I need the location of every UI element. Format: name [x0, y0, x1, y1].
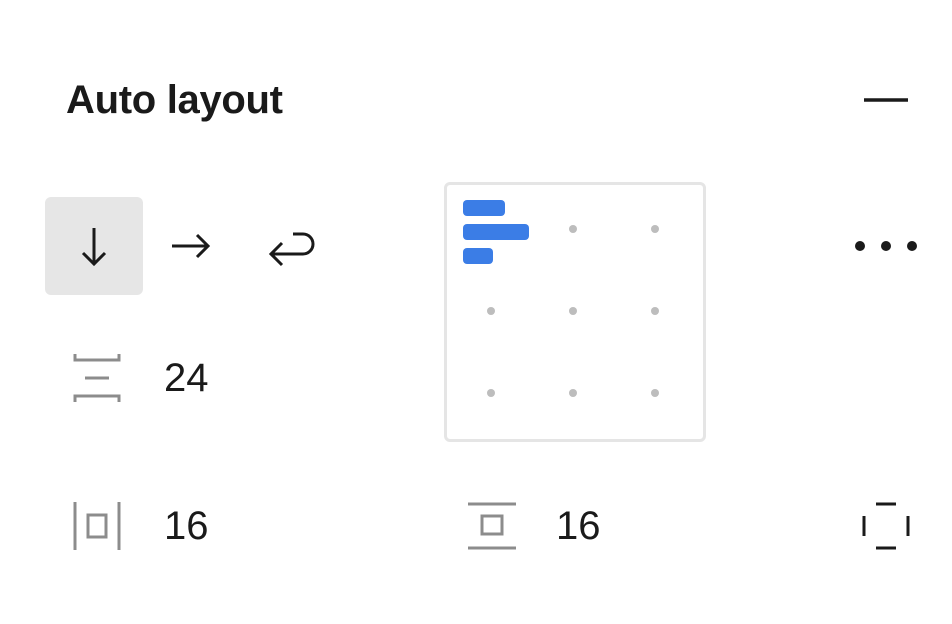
padding-box-icon: [862, 502, 910, 550]
horizontal-padding-input[interactable]: 16: [164, 502, 209, 550]
align-center-right[interactable]: [614, 270, 696, 352]
section-title: Auto layout: [66, 78, 283, 122]
direction-wrap-button[interactable]: [242, 197, 340, 295]
arrow-right-icon: [172, 233, 211, 259]
align-top-center[interactable]: [532, 188, 614, 270]
grid-dot: [569, 389, 577, 397]
direction-vertical-button[interactable]: [45, 197, 143, 295]
arrow-down-icon: [81, 228, 107, 267]
vertical-padding-input[interactable]: 16: [556, 502, 601, 550]
more-options-icon: [855, 241, 917, 251]
vertical-padding-icon: [462, 496, 522, 556]
remove-auto-layout-button[interactable]: [854, 76, 918, 124]
align-bottom-center[interactable]: [532, 352, 614, 434]
more-options-button[interactable]: [846, 222, 926, 270]
align-bar-long: [463, 224, 529, 240]
align-bar-short: [463, 200, 505, 216]
grid-dot: [487, 307, 495, 315]
horizontal-padding-icon: [67, 496, 127, 556]
align-top-right[interactable]: [614, 188, 696, 270]
wrap-arrow-icon: [268, 232, 315, 267]
align-bottom-right[interactable]: [614, 352, 696, 434]
align-center-left[interactable]: [450, 270, 532, 352]
direction-horizontal-button[interactable]: [143, 197, 241, 295]
vertical-gap-icon: [67, 348, 127, 408]
minus-icon: [864, 98, 908, 102]
grid-dot: [569, 307, 577, 315]
grid-dot: [569, 225, 577, 233]
align-bar-small: [463, 248, 493, 264]
grid-dot: [487, 389, 495, 397]
grid-dot: [651, 307, 659, 315]
grid-dot: [651, 389, 659, 397]
auto-layout-panel: Auto layout 24 16 16: [0, 0, 952, 624]
alignment-grid: [444, 182, 706, 442]
individual-padding-button[interactable]: [850, 494, 922, 558]
gap-value-input[interactable]: 24: [164, 354, 209, 402]
align-center[interactable]: [532, 270, 614, 352]
align-top-left[interactable]: [450, 188, 532, 270]
grid-dot: [651, 225, 659, 233]
align-bottom-left[interactable]: [450, 352, 532, 434]
